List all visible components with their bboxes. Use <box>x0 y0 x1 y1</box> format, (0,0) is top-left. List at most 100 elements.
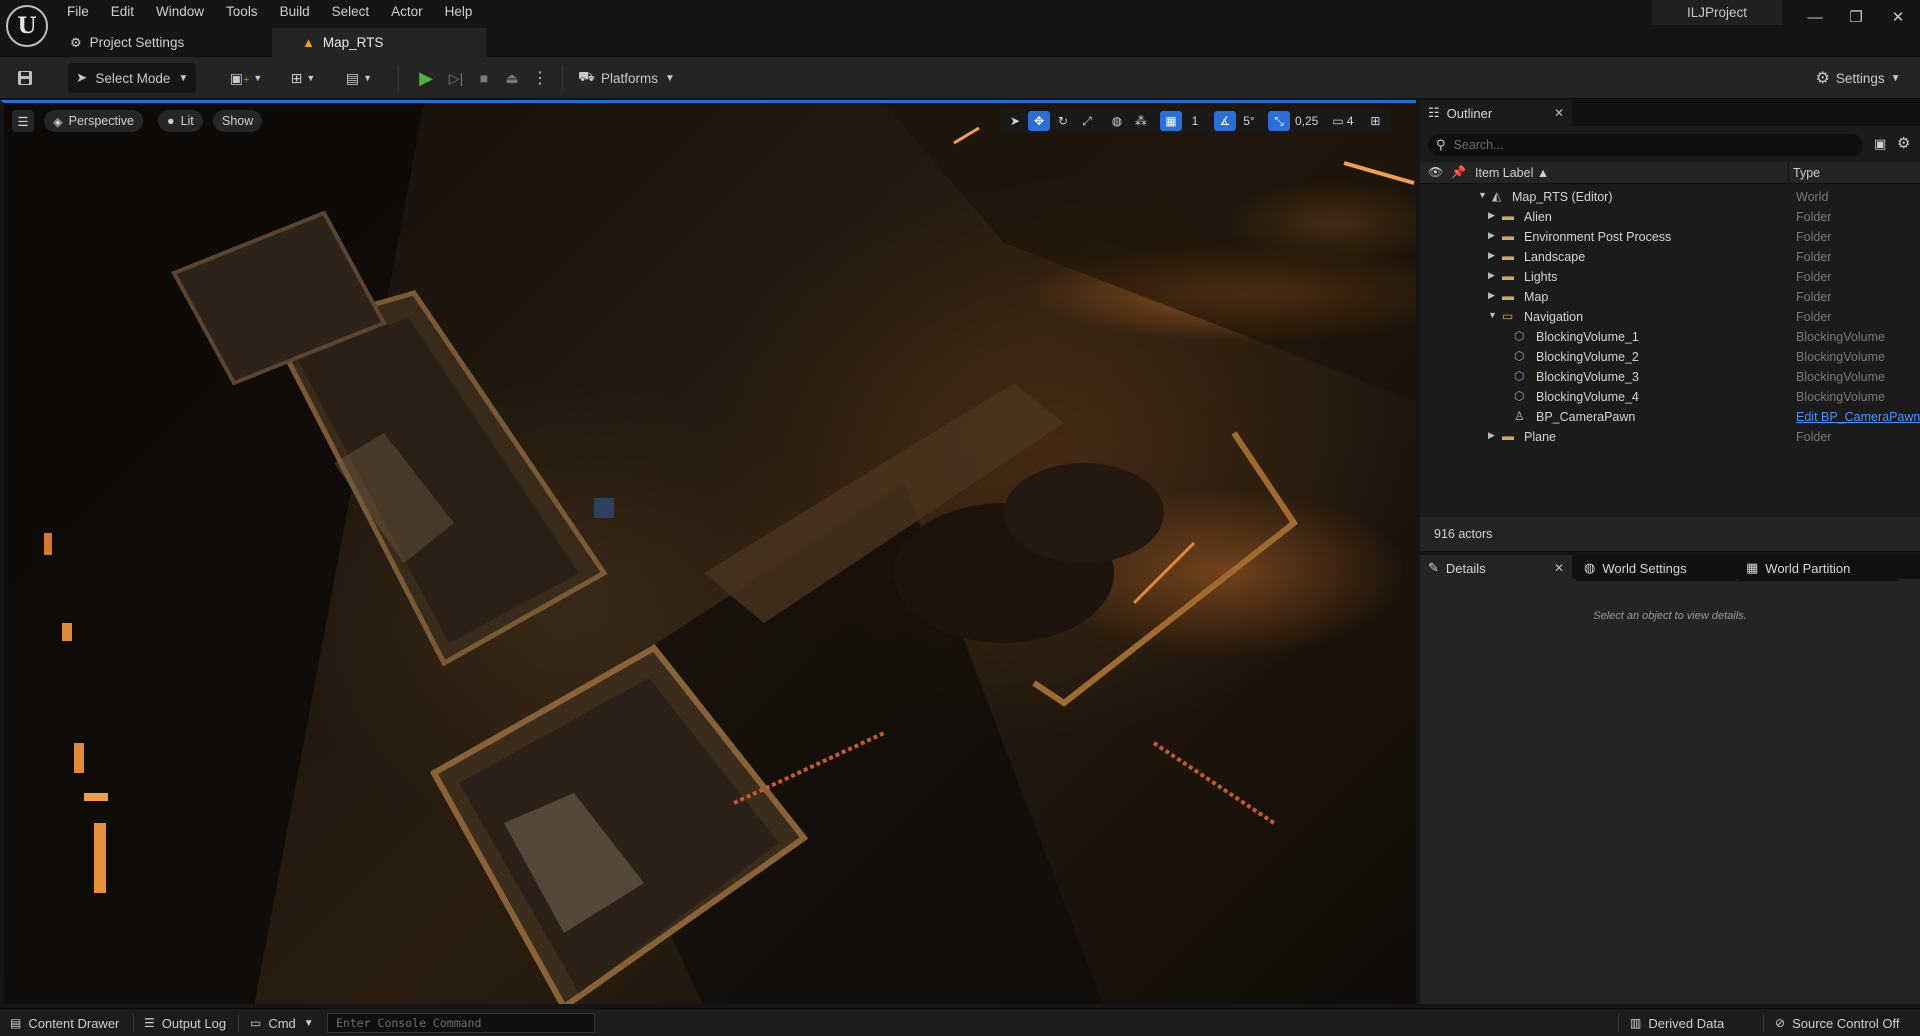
column-type[interactable]: Type <box>1793 166 1820 180</box>
more-vertical-icon: ⋮ <box>532 70 548 87</box>
console-command-input[interactable] <box>327 1013 595 1033</box>
menu-tools[interactable]: Tools <box>215 0 269 24</box>
content-drawer-button[interactable]: ▤ Content Drawer <box>10 1009 119 1036</box>
world-local-toggle[interactable]: ◍ <box>1106 111 1128 131</box>
outliner-row[interactable]: ▶ ▬ Plane Folder <box>1420 427 1920 447</box>
show-button[interactable]: Show <box>213 110 263 132</box>
cmd-dropdown[interactable]: ▭ Cmd ▼ <box>250 1009 314 1036</box>
stop-button[interactable]: ■ <box>470 63 498 93</box>
expand-arrow-open-icon[interactable]: ▼ <box>1488 310 1497 320</box>
tab-map-rts[interactable]: ▲ Map_RTS <box>272 28 486 57</box>
search-input[interactable] <box>1453 138 1834 152</box>
grid-snap-value[interactable]: 1 <box>1184 111 1206 131</box>
surface-snap-toggle[interactable]: ⁂ <box>1130 111 1152 131</box>
restore-button[interactable]: ❐ <box>1836 2 1876 32</box>
scene-render[interactable] <box>4 103 1416 1004</box>
tab-details[interactable]: ✎ Details ✕ <box>1420 555 1572 581</box>
derived-data-button[interactable]: ▥ Derived Data <box>1630 1009 1724 1036</box>
tab-project-settings[interactable]: ⚙ Project Settings <box>56 28 272 57</box>
scale-snap-toggle[interactable]: ⤡ <box>1268 111 1290 131</box>
rotation-snap-toggle[interactable]: ∡ <box>1214 111 1236 131</box>
visibility-eye-icon[interactable]: 👁 <box>1428 165 1443 179</box>
select-mode-dropdown[interactable]: ➤ Select Mode ▼ <box>68 63 196 93</box>
menu-edit[interactable]: Edit <box>100 0 145 24</box>
gear-icon: ⚙ <box>70 34 82 50</box>
outliner-row[interactable]: ▼ ◭ Map_RTS (Editor) World <box>1420 187 1920 207</box>
tab-world-partition[interactable]: ▦ World Partition <box>1738 555 1898 581</box>
expand-arrow-closed-icon[interactable]: ▶ <box>1488 290 1495 301</box>
viewport-layout-button[interactable]: ⊞ <box>1364 111 1386 131</box>
expand-arrow-closed-icon[interactable]: ▶ <box>1488 230 1495 241</box>
toolbar-divider <box>562 65 563 91</box>
blueprints-button[interactable]: ⊞ ▼ <box>281 63 325 93</box>
viewport-options-button[interactable]: ☰ <box>12 110 34 132</box>
expand-arrow-closed-icon[interactable]: ▶ <box>1488 270 1495 281</box>
outliner-row[interactable]: ⬡ BlockingVolume_2 BlockingVolume <box>1420 347 1920 367</box>
view-mode-button[interactable]: ● Lit <box>158 110 203 132</box>
scale-snap-value[interactable]: 0,25 <box>1292 111 1321 131</box>
menu-select[interactable]: Select <box>321 0 381 24</box>
outliner-row[interactable]: ▶ ▬ Lights Folder <box>1420 267 1920 287</box>
outliner-search-box[interactable]: ⚲ <box>1428 134 1863 156</box>
column-item-label[interactable]: Item Label ▲ <box>1475 166 1549 180</box>
outliner-settings-button[interactable]: ⚙ <box>1897 134 1910 152</box>
close-icon[interactable]: ✕ <box>1554 106 1564 120</box>
menu-help[interactable]: Help <box>434 0 484 24</box>
cinematics-button[interactable]: ▤ ▼ <box>337 63 381 93</box>
status-bar: ▤ Content Drawer ☰ Output Log ▭ Cmd ▼ ▥ … <box>0 1008 1920 1036</box>
outliner-row[interactable]: ▶ ▬ Map Folder <box>1420 287 1920 307</box>
scale-tool-button[interactable]: ⤢ <box>1076 111 1098 131</box>
level-viewport[interactable]: ☰ ◈ Perspective ● Lit Show ➤ ✥ ↻ ⤢ ◍ ⁂ ▦… <box>0 100 1416 1004</box>
expand-arrow-open-icon[interactable]: ▼ <box>1478 190 1487 200</box>
select-tool-button[interactable]: ➤ <box>1004 111 1026 131</box>
pin-icon[interactable]: 📌 <box>1451 165 1466 179</box>
column-divider[interactable] <box>1788 162 1789 184</box>
outliner-row[interactable]: ▶ ▬ Environment Post Process Folder <box>1420 227 1920 247</box>
chevron-down-icon: ▼ <box>303 1017 314 1029</box>
camera-speed-button[interactable]: ▭ 4 <box>1329 111 1356 131</box>
perspective-button[interactable]: ◈ Perspective <box>44 110 143 132</box>
rotate-icon: ↻ <box>1057 114 1069 128</box>
lit-sphere-icon: ● <box>167 114 175 128</box>
settings-dropdown[interactable]: ⚙ Settings ▼ <box>1810 63 1906 93</box>
menu-window[interactable]: Window <box>145 0 215 24</box>
rotate-tool-button[interactable]: ↻ <box>1052 111 1074 131</box>
scale-snap-icon: ⤡ <box>1274 113 1284 128</box>
hamburger-menu-icon: ☰ <box>17 114 29 129</box>
outliner-row[interactable]: ▶ ▬ Landscape Folder <box>1420 247 1920 267</box>
eject-button[interactable]: ⏏ <box>498 63 526 93</box>
menu-build[interactable]: Build <box>269 0 321 24</box>
unreal-logo-icon[interactable]: U <box>6 5 48 47</box>
create-folder-button[interactable]: ▣ <box>1874 136 1886 152</box>
menu-file[interactable]: File <box>56 0 100 24</box>
outliner-row[interactable]: ▶ ▬ Alien Folder <box>1420 207 1920 227</box>
outliner-row[interactable]: ♙ BP_CameraPawn Edit BP_CameraPawn <box>1420 407 1920 427</box>
rotation-snap-value[interactable]: 5° <box>1238 111 1260 131</box>
edit-blueprint-link[interactable]: Edit BP_CameraPawn <box>1796 410 1920 424</box>
play-options-button[interactable]: ⋮ <box>528 63 552 93</box>
translate-tool-button[interactable]: ✥ <box>1028 111 1050 131</box>
expand-arrow-closed-icon[interactable]: ▶ <box>1488 210 1495 221</box>
output-log-button[interactable]: ☰ Output Log <box>144 1009 226 1036</box>
eject-icon: ⏏ <box>505 69 519 86</box>
play-icon: ▶ <box>419 67 433 88</box>
outliner-row[interactable]: ⬡ BlockingVolume_4 BlockingVolume <box>1420 387 1920 407</box>
minimize-button[interactable]: — <box>1795 2 1835 32</box>
expand-arrow-closed-icon[interactable]: ▶ <box>1488 430 1495 441</box>
add-actor-button[interactable]: ▣+ ▼ <box>224 63 268 93</box>
advance-frame-button[interactable]: ▷| <box>442 63 470 93</box>
expand-arrow-closed-icon[interactable]: ▶ <box>1488 250 1495 261</box>
menu-actor[interactable]: Actor <box>380 0 434 24</box>
tab-world-settings[interactable]: ◍ World Settings <box>1576 555 1736 581</box>
save-button[interactable] <box>10 63 40 93</box>
play-button[interactable]: ▶ <box>412 63 440 93</box>
outliner-row[interactable]: ▼ ▭ Navigation Folder <box>1420 307 1920 327</box>
close-window-button[interactable]: ✕ <box>1878 2 1918 32</box>
platforms-dropdown[interactable]: ⛟ Platforms ▼ <box>578 63 678 93</box>
outliner-row[interactable]: ⬡ BlockingVolume_1 BlockingVolume <box>1420 327 1920 347</box>
tab-outliner[interactable]: ☷ Outliner ✕ <box>1420 100 1572 126</box>
close-icon[interactable]: ✕ <box>1554 561 1564 575</box>
grid-snap-toggle[interactable]: ▦ <box>1160 111 1182 131</box>
source-control-button[interactable]: ⊘ Source Control Off <box>1775 1009 1899 1036</box>
outliner-row[interactable]: ⬡ BlockingVolume_3 BlockingVolume <box>1420 367 1920 387</box>
